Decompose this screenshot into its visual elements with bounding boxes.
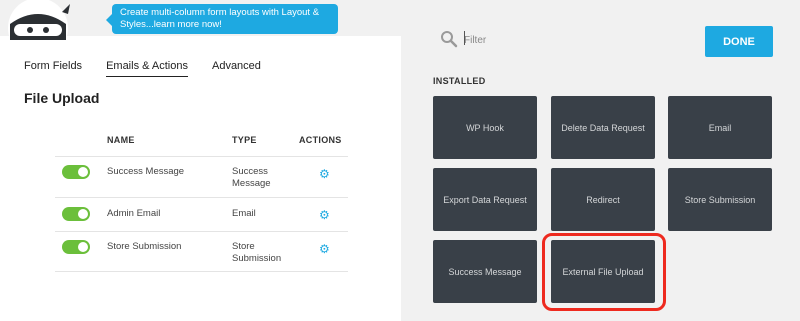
action-tile-export-data-request[interactable]: Export Data Request [433,168,537,231]
table-row: Success Message Success Message ⚙ [55,156,348,196]
action-type: Store Submission [232,241,282,264]
gear-icon[interactable]: ⚙ [319,168,330,180]
action-tile-delete-data-request[interactable]: Delete Data Request [551,96,655,159]
callout-text: Create multi-column form layouts with La… [120,7,320,30]
text-cursor [464,31,465,45]
done-button[interactable]: DONE [705,26,773,57]
search-icon [440,30,458,48]
column-header-name: NAME [107,135,135,145]
action-tile-wp-hook[interactable]: WP Hook [433,96,537,159]
gear-icon[interactable]: ⚙ [319,209,330,221]
action-tile-store-submission[interactable]: Store Submission [668,168,772,231]
form-builder-panel: Create multi-column form layouts with La… [0,0,401,321]
action-tile-redirect[interactable]: Redirect [551,168,655,231]
column-header-type: TYPE [232,135,257,145]
installed-heading: INSTALLED [433,76,486,86]
filter-input[interactable] [464,32,664,48]
table-bottom-divider [55,271,348,272]
action-type: Email [232,208,256,219]
table-row: Store Submission Store Submission ⚙ [55,231,348,271]
tab-bar: Form Fields Emails & Actions Advanced [24,60,285,77]
layout-promo-callout[interactable]: Create multi-column form layouts with La… [106,4,338,34]
enable-toggle[interactable] [62,240,90,254]
table-row: Admin Email Email ⚙ [55,197,348,230]
tab-form-fields[interactable]: Form Fields [24,60,82,77]
highlight-box [542,233,666,311]
action-name: Admin Email [107,208,161,219]
tab-emails-actions[interactable]: Emails & Actions [106,60,188,77]
action-type: Success Message [232,166,271,189]
action-name: Store Submission [107,241,182,252]
action-tile-email[interactable]: Email [668,96,772,159]
action-name: Success Message [107,166,185,177]
column-header-actions: ACTIONS [299,135,342,145]
ninja-logo-icon [4,0,70,58]
enable-toggle[interactable] [62,165,90,179]
gear-icon[interactable]: ⚙ [319,243,330,255]
section-title: File Upload [24,90,100,106]
enable-toggle[interactable] [62,207,90,221]
tab-advanced[interactable]: Advanced [212,60,261,77]
action-tile-success-message[interactable]: Success Message [433,240,537,303]
